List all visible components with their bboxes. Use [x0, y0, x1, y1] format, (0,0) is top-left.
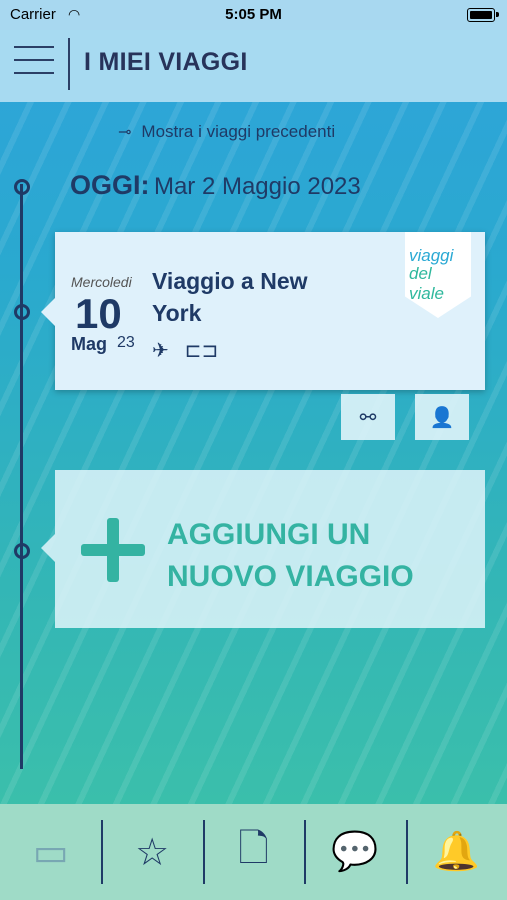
- bell-icon: 🔔: [432, 831, 480, 873]
- battery-tip: [496, 12, 499, 17]
- tab-calendar[interactable]: ▭: [0, 804, 101, 900]
- brand-line1: viaggi: [409, 246, 454, 265]
- menu-line: [14, 72, 54, 74]
- page-title: I MIEI VIAGGI: [84, 48, 248, 76]
- trip-year: 23: [117, 334, 135, 351]
- trip-day-number: 10: [75, 290, 122, 337]
- trip-day-name: Mercoledi: [71, 274, 132, 290]
- key-icon: ⊸: [118, 124, 132, 141]
- battery-icon: [467, 8, 495, 22]
- share-button[interactable]: ⚯: [341, 394, 395, 440]
- brand-logo: viaggi del viale: [405, 232, 471, 318]
- today-row: OGGI: Mar 2 Maggio 2023: [70, 170, 361, 201]
- add-trip-line1: AGGIUNGI UN: [167, 518, 371, 551]
- today-date: Mar 2 Maggio 2023: [153, 173, 361, 200]
- app-header: I MIEI VIAGGI: [0, 30, 507, 102]
- trip-month: Mag: [71, 334, 107, 354]
- trip-icons: ✈ ⊏⊐: [152, 338, 218, 363]
- card-notch: [41, 534, 55, 562]
- menu-line: [14, 46, 54, 48]
- menu-button[interactable]: [14, 46, 54, 78]
- brand-line2: del viale: [409, 264, 444, 303]
- menu-line: [14, 59, 54, 61]
- show-previous-trips-button[interactable]: ⊸ Mostra i viaggi precedenti: [118, 122, 335, 142]
- share-icon: ⚯: [359, 406, 377, 429]
- add-participant-button[interactable]: 👤: [415, 394, 469, 440]
- tab-chat[interactable]: 💬: [304, 804, 405, 900]
- add-trip-label: AGGIUNGI UN NUOVO VIAGGIO: [167, 514, 414, 598]
- show-previous-label: Mostra i viaggi precedenti: [141, 122, 336, 141]
- timeline-dot-trip: [14, 304, 30, 320]
- tab-favorites[interactable]: ☆: [101, 804, 202, 900]
- chat-icon: 💬: [331, 831, 379, 873]
- plus-icon: [81, 518, 145, 582]
- plane-icon: ✈: [152, 340, 169, 362]
- header-divider: [68, 38, 70, 90]
- add-trip-line2: NUOVO VIAGGIO: [167, 560, 414, 593]
- trip-title: Viaggio a New York: [152, 268, 308, 326]
- add-document-icon: 🗋: [238, 827, 269, 870]
- timeline-dot-today: [14, 179, 30, 195]
- status-bar: Carrier ◠ 5:05 PM: [0, 0, 507, 30]
- today-label: OGGI:: [70, 170, 150, 200]
- timeline-line: [20, 184, 23, 769]
- timeline-dot-add: [14, 543, 30, 559]
- status-time: 5:05 PM: [225, 6, 282, 23]
- bed-icon: ⊏⊐: [184, 340, 219, 362]
- tab-add-document[interactable]: 🗋: [202, 804, 304, 900]
- add-user-icon: 👤: [429, 406, 455, 429]
- calendar-icon: ▭: [32, 831, 69, 874]
- star-icon: ☆: [135, 831, 170, 874]
- card-notch: [41, 298, 55, 326]
- tab-notifications[interactable]: 🔔: [405, 804, 507, 900]
- add-trip-button[interactable]: AGGIUNGI UN NUOVO VIAGGIO: [41, 470, 485, 628]
- tab-bar: ▭ ☆ 🗋 💬 🔔: [0, 804, 507, 900]
- trip-card[interactable]: Mercoledi 10 Mag 23 Viaggio a New York ✈…: [41, 232, 485, 390]
